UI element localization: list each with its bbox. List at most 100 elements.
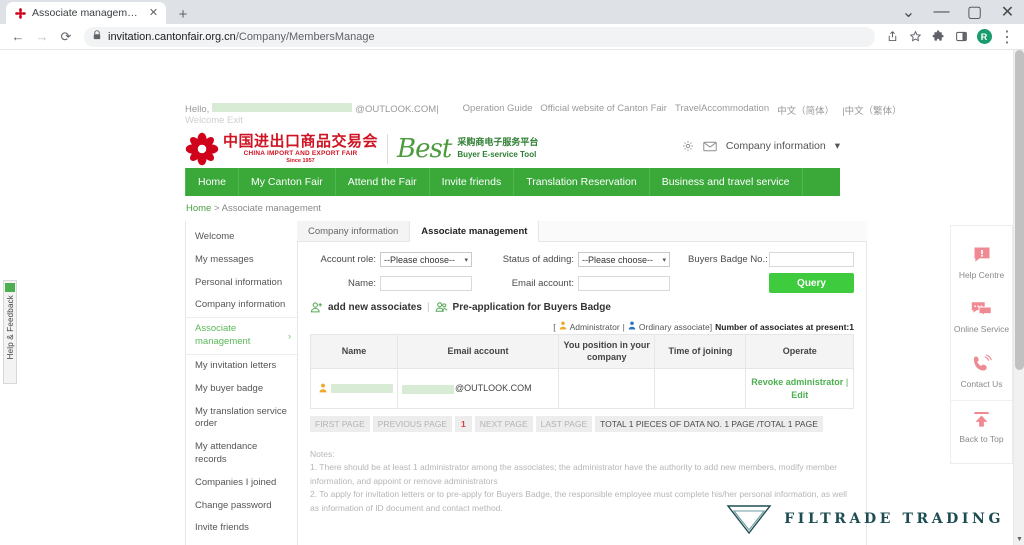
pre-application-buyers-badge-link[interactable]: Pre-application for Buyers Badge [453, 302, 611, 313]
notes-line-1: 1. There should be at least 1 administra… [310, 462, 838, 486]
name-input[interactable] [380, 275, 472, 291]
extensions-puzzle-icon[interactable] [927, 26, 949, 48]
add-new-associates-link[interactable]: add new associates [328, 302, 422, 313]
tab-associate-management[interactable]: Associate management [410, 221, 540, 242]
link-chinese-traditional[interactable]: |中文（繁体） [842, 103, 901, 117]
previous-page-button[interactable]: PREVIOUS PAGE [372, 415, 453, 432]
nav-item-invite-friends[interactable]: Invite friends [430, 168, 515, 196]
sidebar-item-my-attendance-records[interactable]: My attendance records [186, 436, 297, 472]
nav-item-my-canton-fair[interactable]: My Canton Fair [239, 168, 336, 196]
close-tab-icon[interactable]: ✕ [147, 7, 160, 20]
bookmark-star-icon[interactable] [904, 26, 926, 48]
cell-time-of-joining [654, 368, 747, 409]
cell-operate: Revoke administrator | Edit [745, 368, 854, 409]
col-position: You position in your company [557, 333, 656, 370]
forward-icon[interactable]: → [30, 25, 54, 49]
nav-item-business-and-travel-service[interactable]: Business and travel service [650, 168, 803, 196]
contact-us-label: Contact Us [960, 379, 1003, 390]
sidebar-item-my-translation-service-order[interactable]: My translation service order [186, 401, 297, 437]
status-of-adding-label: Status of adding: [502, 254, 574, 265]
maximize-button[interactable]: ▢ [958, 0, 991, 24]
avatar: R [976, 29, 992, 44]
back-to-top-button[interactable]: Back to Top [951, 400, 1012, 455]
url-path: /Company/MembersManage [235, 30, 375, 43]
sidebar-item-my-buyer-badge[interactable]: My buyer badge [186, 378, 297, 401]
canton-fair-logo-text: 中国进出口商品交易会 CHINA IMPORT AND EXPORT FAIR … [223, 133, 378, 165]
sidebar-item-associate-management[interactable]: Associate management › [186, 317, 297, 355]
side-panel-icon[interactable] [950, 26, 972, 48]
sidebar-item-company-information[interactable]: Company information [186, 294, 297, 317]
best-logo[interactable]: Best 采购商电子服务平台 Buyer E-service Tool [397, 134, 538, 164]
help-centre-button[interactable]: Help Centre [951, 236, 1012, 291]
sidebar-item-change-password[interactable]: Change password [186, 495, 297, 518]
minimize-to-tray-button[interactable]: ⌄ [892, 0, 925, 24]
envelope-icon[interactable] [703, 141, 717, 152]
chevron-down-icon[interactable]: ▾ [835, 140, 840, 152]
pagination: FIRST PAGE PREVIOUS PAGE 1 NEXT PAGE LAS… [310, 415, 854, 432]
sidebar-item-welcome[interactable]: Welcome [186, 226, 297, 249]
sidebar-item-invite-friends[interactable]: Invite friends [186, 517, 297, 540]
page-scrollbar[interactable]: ▼ [1013, 50, 1024, 545]
link-operation-guide[interactable]: Operation Guide [463, 103, 533, 117]
sidebar-item-my-messages[interactable]: My messages [186, 249, 297, 272]
email-account-input[interactable] [578, 275, 670, 291]
scrollbar-thumb[interactable] [1015, 50, 1024, 370]
contact-us-button[interactable]: Contact Us [951, 345, 1012, 400]
utility-bar: Hello, @OUTLOOK.COM| Welcome Exit Operat… [185, 100, 902, 128]
status-of-adding-select[interactable]: --Please choose-- ▾ [578, 252, 670, 267]
reload-icon[interactable]: ⟳ [54, 25, 78, 49]
buyers-badge-no-label: Buyers Badge No.: [688, 254, 768, 265]
new-tab-button[interactable]: + [172, 4, 194, 24]
scroll-down-arrow-icon[interactable]: ▼ [1014, 534, 1024, 545]
revoke-administrator-link[interactable]: Revoke administrator [751, 377, 843, 387]
sidebar-item-personal-information[interactable]: Personal information [186, 272, 297, 295]
first-page-button[interactable]: FIRST PAGE [310, 415, 370, 432]
close-window-button[interactable]: ✕ [991, 0, 1024, 24]
account-role-select[interactable]: --Please choose-- ▾ [380, 252, 472, 267]
canton-fair-logo[interactable]: 中国进出口商品交易会 CHINA IMPORT AND EXPORT FAIR … [185, 132, 378, 166]
sidebar-item-my-invitation-letters[interactable]: My invitation letters [186, 355, 297, 378]
nav-item-home[interactable]: Home [185, 168, 240, 196]
minimize-button[interactable]: — [925, 0, 958, 24]
browser-menu-icon[interactable]: ⋮ [996, 26, 1018, 48]
address-bar[interactable]: invitation.cantonfair.org.cn/Company/Mem… [84, 26, 875, 47]
associates-table: Name Email account You position in your … [310, 333, 854, 409]
table-row: @OUTLOOK.COM Revoke administrator | Edit [310, 368, 854, 409]
link-travel-accommodation[interactable]: TravelAccommodation [675, 103, 769, 117]
nav-item-translation-reservation[interactable]: Translation Reservation [514, 168, 650, 196]
breadcrumb-home[interactable]: Home [186, 203, 211, 214]
filter-row-1: Account role: --Please choose-- ▾ Status… [310, 252, 854, 267]
account-menu-label[interactable]: Company information [726, 140, 826, 152]
edit-link[interactable]: Edit [791, 390, 808, 400]
phone-ringing-icon [971, 354, 992, 374]
action-separator: | [426, 302, 430, 313]
last-page-button[interactable]: LAST PAGE [535, 415, 593, 432]
welcome-exit-link[interactable]: Welcome Exit [185, 115, 243, 126]
brand-bar: 中国进出口商品交易会 CHINA IMPORT AND EXPORT FAIR … [185, 128, 840, 168]
online-service-button[interactable]: Online Service [951, 291, 1012, 345]
badge-users-icon [435, 301, 448, 314]
link-chinese-simplified[interactable]: 中文（简体） [777, 103, 834, 117]
help-exclamation-bubble-icon [972, 245, 992, 265]
help-and-feedback-tab[interactable]: Help & Feedback [3, 280, 17, 384]
tab-company-information[interactable]: Company information [297, 221, 411, 241]
profile-avatar[interactable]: R [973, 26, 995, 48]
administrator-icon [559, 321, 567, 332]
back-icon[interactable]: ← [6, 25, 30, 49]
best-tagline-cn: 采购商电子服务平台 [457, 138, 539, 149]
table-header-row: Name Email account You position in your … [310, 333, 854, 370]
gear-icon[interactable] [682, 140, 694, 152]
sidebar-item-companies-i-joined[interactable]: Companies I joined [186, 472, 297, 495]
redacted-email [212, 103, 353, 112]
email-suffix: @OUTLOOK.COM| [355, 104, 439, 115]
share-icon[interactable] [881, 26, 903, 48]
next-page-button[interactable]: NEXT PAGE [474, 415, 533, 432]
query-button[interactable]: Query [769, 273, 854, 293]
col-email-account: Email account [397, 333, 559, 370]
buyers-badge-no-input[interactable] [769, 252, 854, 267]
content-wrapper: Welcome My messages Personal information… [185, 221, 867, 545]
nav-item-attend-the-fair[interactable]: Attend the Fair [336, 168, 430, 196]
link-official-website[interactable]: Official website of Canton Fair [540, 103, 667, 117]
browser-tab[interactable]: Associate management ✕ [6, 2, 166, 24]
current-page-number[interactable]: 1 [455, 415, 472, 432]
